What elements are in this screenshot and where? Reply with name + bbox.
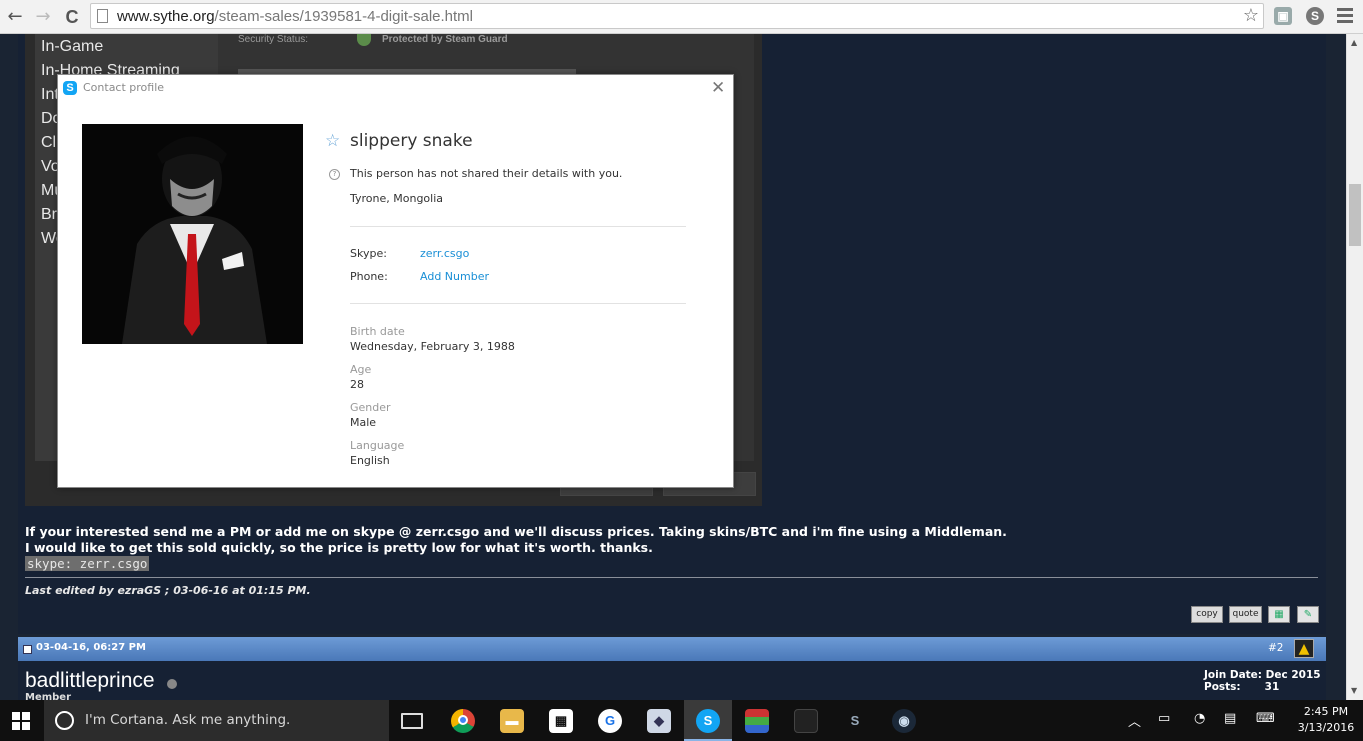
- post-doc-icon: [23, 645, 32, 654]
- bookmark-star-icon[interactable]: ☆: [1243, 5, 1259, 26]
- steam-sidebar-item: Br: [41, 206, 57, 223]
- steam-icon[interactable]: ◉: [892, 709, 916, 733]
- dialog-title: Contact profile: [83, 81, 165, 94]
- close-icon[interactable]: ✕: [711, 78, 725, 98]
- language-value: English: [350, 454, 390, 467]
- scrollbar-thumb[interactable]: [1349, 184, 1361, 246]
- skype-id-link[interactable]: zerr.csgo: [420, 247, 469, 260]
- scroll-up-icon[interactable]: ▲: [1351, 38, 1357, 47]
- back-icon[interactable]: ←: [4, 6, 26, 28]
- posts-label: Posts:: [1204, 681, 1241, 693]
- info-icon: ?: [329, 169, 340, 180]
- tray-overflow-icon[interactable]: ︿: [1128, 711, 1141, 730]
- skype-icon: S: [63, 81, 77, 95]
- report-warning-icon[interactable]: ▲: [1294, 639, 1314, 658]
- section-divider: [350, 226, 686, 227]
- url-path: /steam-sales/1939581-4-digit-sale.html: [214, 8, 474, 25]
- post-date: 03-04-16, 06:27 PM: [36, 642, 146, 653]
- url-text[interactable]: www.sythe.org/steam-sales/1939581-4-digi…: [117, 8, 473, 25]
- avatar-image: [82, 124, 303, 344]
- multiquote-icon[interactable]: ▦: [1268, 606, 1290, 623]
- steam-sidebar-item: In-Game: [41, 38, 104, 55]
- gender-value: Male: [350, 416, 377, 429]
- birth-date-label: Birth date: [350, 325, 405, 338]
- join-date-label: Join Date:: [1204, 669, 1262, 681]
- notifications-icon[interactable]: ▤: [1224, 711, 1236, 726]
- skype-label: Skype:: [350, 247, 387, 260]
- add-number-link[interactable]: Add Number: [420, 270, 489, 283]
- join-info: Join Date: Dec 2015 Posts: 31: [1204, 669, 1321, 693]
- gender-label: Gender: [350, 401, 391, 414]
- post-line-2: I would like to get this sold quickly, s…: [25, 540, 653, 555]
- post-line-1: If your interested send me a PM or add m…: [25, 524, 1007, 539]
- url-host: www.sythe.org: [117, 8, 215, 25]
- chrome-icon[interactable]: [451, 709, 475, 733]
- menu-icon[interactable]: [1337, 8, 1353, 24]
- join-date-value: Dec 2015: [1265, 669, 1321, 681]
- edited-time: 01:15 PM: [248, 584, 307, 597]
- cortana-search-box[interactable]: I'm Cortana. Ask me anything.: [44, 700, 389, 741]
- page-scrollbar[interactable]: ▲ ▼: [1346, 34, 1363, 700]
- page-icon: [97, 9, 108, 23]
- section-divider: [350, 303, 686, 304]
- contact-name: slippery snake: [350, 131, 473, 151]
- edited-suffix: .: [306, 584, 311, 597]
- clock-date: 3/13/2016: [1297, 721, 1355, 734]
- task-view-icon[interactable]: [401, 713, 423, 729]
- copy-button[interactable]: copy: [1191, 606, 1223, 623]
- favorite-star-icon[interactable]: ☆: [325, 131, 340, 151]
- security-status-value: Protected by Steam Guard: [382, 34, 508, 45]
- age-label: Age: [350, 363, 372, 376]
- skype-taskbar-icon[interactable]: S: [696, 709, 720, 733]
- quote-button[interactable]: quote: [1229, 606, 1262, 623]
- sync-app-icon[interactable]: G: [598, 709, 622, 733]
- taskbar: I'm Cortana. Ask me anything. ▬ ▦ G ◆ S …: [0, 700, 1363, 741]
- winrar-icon[interactable]: [745, 709, 769, 733]
- browser-toolbar: ← → C www.sythe.org/steam-sales/1939581-…: [0, 0, 1363, 34]
- edited-prefix: Last edited by ezraGS ; 03-06-16 at: [25, 584, 249, 597]
- forward-icon[interactable]: →: [32, 6, 54, 28]
- username-link[interactable]: badlittleprince: [25, 669, 155, 693]
- privacy-notice: This person has not shared their details…: [350, 167, 623, 180]
- signature-divider: [25, 577, 1318, 578]
- start-windows-icon[interactable]: [12, 712, 30, 730]
- network-icon[interactable]: ▭: [1158, 711, 1170, 726]
- keyboard-icon[interactable]: ⌨: [1256, 711, 1275, 726]
- app-window-icon[interactable]: [794, 709, 818, 733]
- user-title: Member: [25, 692, 72, 700]
- steam-extension-icon[interactable]: S: [1306, 7, 1324, 25]
- post-number-link[interactable]: #2: [1268, 642, 1283, 654]
- security-status-label: Security Status:: [238, 34, 309, 45]
- age-value: 28: [350, 378, 364, 391]
- reload-icon[interactable]: C: [61, 6, 83, 28]
- birth-date-value: Wednesday, February 3, 1988: [350, 340, 515, 353]
- user-info-row: [18, 661, 1326, 700]
- steam-launcher-icon[interactable]: S: [843, 709, 867, 733]
- cortana-icon: [55, 711, 74, 730]
- app-icon[interactable]: ◆: [647, 709, 671, 733]
- language-label: Language: [350, 439, 405, 452]
- post-header: 03-04-16, 06:27 PM #2 ▲: [18, 637, 1326, 661]
- edit-post-icon[interactable]: ✎: [1297, 606, 1319, 623]
- offline-status-icon: [167, 679, 177, 689]
- posts-value: 31: [1264, 681, 1280, 693]
- contact-avatar: [82, 124, 303, 344]
- clock-time: 2:45 PM: [1303, 705, 1349, 718]
- phone-label: Phone:: [350, 270, 388, 283]
- scroll-down-icon[interactable]: ▼: [1351, 686, 1357, 695]
- contact-profile-dialog: S Contact profile ✕ ☆ slippery snake ? T…: [57, 74, 734, 488]
- address-bar[interactable]: www.sythe.org/steam-sales/1939581-4-digi…: [90, 3, 1264, 29]
- store-icon[interactable]: ▦: [549, 709, 573, 733]
- cortana-placeholder: I'm Cortana. Ask me anything.: [85, 712, 291, 728]
- wifi-icon[interactable]: ◔: [1194, 711, 1205, 726]
- contact-location: Tyrone, Mongolia: [350, 192, 444, 205]
- steam-sidebar-item: Cl: [41, 134, 57, 151]
- highlighted-text: skype: zerr.csgo: [25, 556, 150, 571]
- extension-icon[interactable]: ▣: [1274, 7, 1292, 25]
- last-edited-note: Last edited by ezraGS ; 03-06-16 at 01:1…: [25, 584, 311, 597]
- taskbar-clock[interactable]: 2:45 PM 3/13/2016: [1296, 704, 1356, 736]
- file-explorer-icon[interactable]: ▬: [500, 709, 524, 733]
